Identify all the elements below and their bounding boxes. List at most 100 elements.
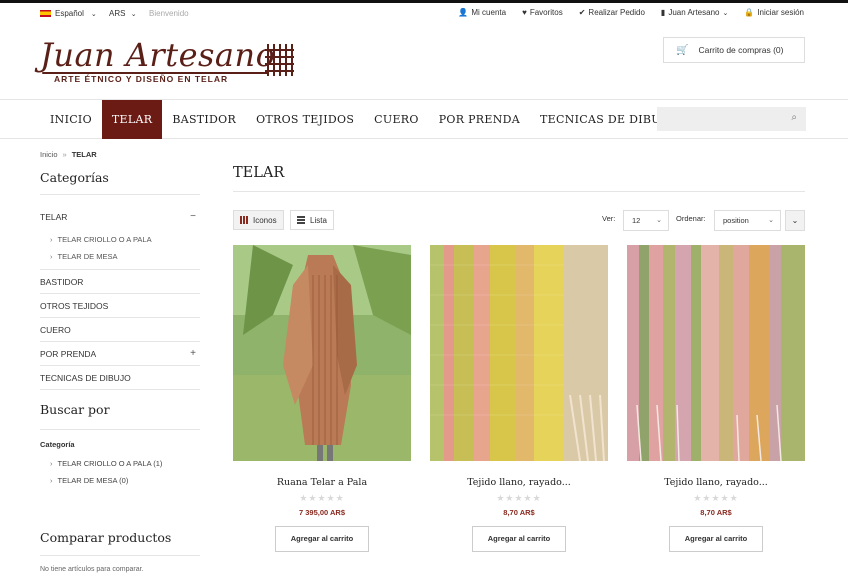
account-links: 👤 Mi cuenta ♥ Favoritos ✔ Realizar Pedido ▮…	[458, 8, 804, 17]
category-tecnicas-de-dibujo[interactable]: TECNICAS DE DIBUJO	[40, 366, 200, 390]
category-label: TECNICAS DE DIBUJO	[40, 373, 131, 383]
list-icon	[297, 216, 305, 224]
add-to-cart-button[interactable]: Agregar al carrito	[275, 526, 369, 552]
subcategory-telar-de-mesa[interactable]: TELAR DE MESA	[40, 248, 200, 265]
my-account-link[interactable]: 👤 Mi cuenta	[458, 8, 506, 17]
product-price: 7 395,00 AR$	[298, 508, 345, 517]
currency-label: ARS	[109, 9, 126, 18]
add-to-cart-button[interactable]: Agregar al carrito	[472, 526, 566, 552]
compare-empty-text: No tiene artículos para comparar.	[40, 566, 144, 573]
sort-direction-button[interactable]: ⌄	[785, 210, 805, 231]
category-bastidor[interactable]: BASTIDOR	[40, 270, 200, 294]
language-label: Español	[55, 9, 84, 18]
search-box: ⌕	[657, 107, 806, 131]
product-name[interactable]: Tejido llano, rayado...	[627, 477, 805, 488]
store-menu-label: Juan Artesano	[668, 8, 720, 17]
breadcrumb-current: TELAR	[71, 150, 97, 159]
filter-title: Buscar por	[40, 402, 200, 430]
site-logo[interactable]: Juan Artesano ARTE ÉTNICO Y DISEÑO EN TE…	[40, 34, 296, 90]
chevron-down-icon: ⌄	[130, 11, 137, 18]
list-view-button[interactable]: Lista	[290, 210, 334, 230]
breadcrumb-separator: »	[62, 150, 67, 159]
grid-view-button[interactable]: Iconos	[233, 210, 284, 230]
cart-button[interactable]: 🛒 Carrito de compras (0)	[663, 37, 805, 63]
nav-item-otros-tejidos[interactable]: OTROS TEJIDOS	[246, 100, 364, 139]
login-link[interactable]: 🔒 Iniciar sesión	[744, 8, 804, 17]
cart-label: Carrito de compras (0)	[698, 45, 784, 55]
nav-item-por-prenda[interactable]: POR PRENDA	[429, 100, 530, 139]
category-label: BASTIDOR	[40, 277, 84, 287]
favorites-label: Favoritos	[529, 8, 563, 17]
language-selector[interactable]: Español ⌄	[40, 9, 97, 18]
welcome-text: Bienvenido	[149, 9, 189, 18]
lock-icon: 🔒	[744, 8, 755, 17]
product-image[interactable]	[627, 245, 805, 461]
subcategory-list: TELAR CRIOLLO O A PALA TELAR DE MESA	[40, 229, 200, 270]
collapse-icon[interactable]: −	[190, 205, 196, 229]
rating-stars: ★★★★★	[299, 493, 345, 503]
checkout-label: Realizar Pedido	[588, 8, 645, 17]
search-icon[interactable]: ⌕	[791, 112, 797, 123]
logo-tagline: ARTE ÉTNICO Y DISEÑO EN TELAR	[54, 74, 229, 84]
currency-selector[interactable]: ARS ⌄	[109, 9, 137, 18]
title-divider	[233, 191, 805, 192]
category-por-prenda[interactable]: POR PRENDA +	[40, 342, 200, 366]
store-menu[interactable]: ▮ Juan Artesano ⌄	[661, 8, 728, 17]
category-cuero[interactable]: CUERO	[40, 318, 200, 342]
sort-select[interactable]: position ⌄	[714, 210, 781, 231]
product-image[interactable]	[233, 245, 411, 461]
breadcrumb-home[interactable]: Inicio	[40, 150, 58, 159]
product-name[interactable]: Tejido llano, rayado...	[430, 477, 608, 488]
category-label: POR PRENDA	[40, 349, 97, 359]
per-page-select[interactable]: 12 ⌄	[623, 210, 669, 231]
product-card: Tejido llano, rayado... ★★★★★ 8,70 AR$ A…	[627, 245, 805, 552]
category-label: OTROS TEJIDOS	[40, 301, 109, 311]
per-page-label: Ver:	[602, 214, 616, 223]
category-telar[interactable]: TELAR −	[40, 205, 200, 229]
filter-item-telar-criollo[interactable]: TELAR CRIOLLO O A PALA (1)	[40, 455, 200, 472]
breadcrumb: Inicio » TELAR	[40, 150, 97, 159]
categories-title: Categorías	[40, 170, 200, 195]
chevron-down-icon: ⌄	[90, 10, 97, 18]
add-to-cart-button[interactable]: Agregar al carrito	[669, 526, 763, 552]
main-nav: INICIO TELAR BASTIDOR OTROS TEJIDOS CUER…	[0, 99, 848, 139]
filter-block: Buscar por Categoría TELAR CRIOLLO O A P…	[40, 402, 200, 489]
rating-stars: ★★★★★	[693, 493, 739, 503]
top-bar: Español ⌄ ARS ⌄ Bienvenido 👤 Mi cuenta ♥ F…	[0, 3, 848, 25]
filter-item-telar-de-mesa[interactable]: TELAR DE MESA (0)	[40, 472, 200, 489]
product-name[interactable]: Ruana Telar a Pala	[233, 477, 411, 488]
categories-block: Categorías TELAR − TELAR CRIOLLO O A PAL…	[40, 170, 200, 390]
user-icon: 👤	[458, 8, 469, 17]
checkout-link[interactable]: ✔ Realizar Pedido	[579, 8, 645, 17]
chevron-down-icon: ⌄	[791, 216, 799, 225]
nav-items: INICIO TELAR BASTIDOR OTROS TEJIDOS CUER…	[40, 100, 685, 139]
favorites-link[interactable]: ♥ Favoritos	[522, 8, 563, 17]
product-image[interactable]	[430, 245, 608, 461]
page-title: TELAR	[233, 165, 285, 181]
list-view-label: Lista	[310, 215, 327, 225]
category-label: CUERO	[40, 325, 71, 335]
expand-icon[interactable]: +	[190, 342, 196, 366]
product-price: 8,70 AR$	[700, 508, 732, 517]
compare-block: Comparar productos No tiene artículos pa…	[40, 530, 200, 573]
product-price: 8,70 AR$	[503, 508, 535, 517]
per-page-value: 12	[632, 216, 641, 225]
grid-icon	[240, 216, 248, 224]
nav-item-cuero[interactable]: CUERO	[364, 100, 429, 139]
subcategory-telar-criollo[interactable]: TELAR CRIOLLO O A PALA	[40, 231, 200, 248]
nav-item-telar[interactable]: TELAR	[101, 100, 163, 139]
search-input[interactable]	[657, 107, 777, 131]
sort-label: Ordenar:	[676, 214, 706, 223]
chevron-down-icon: ⌄	[768, 217, 774, 224]
shopping-cart-icon: 🛒	[676, 44, 689, 56]
spain-flag-icon	[40, 10, 51, 17]
category-otros-tejidos[interactable]: OTROS TEJIDOS	[40, 294, 200, 318]
nav-item-bastidor[interactable]: BASTIDOR	[162, 100, 246, 139]
document-icon: ▮	[660, 8, 666, 17]
rating-stars: ★★★★★	[496, 493, 542, 503]
nav-item-inicio[interactable]: INICIO	[40, 100, 102, 139]
category-label: TELAR	[40, 212, 68, 222]
heart-icon: ♥	[522, 8, 527, 17]
product-card: Ruana Telar a Pala ★★★★★ 7 395,00 AR$ Ag…	[233, 245, 411, 552]
loom-icon	[265, 44, 294, 76]
